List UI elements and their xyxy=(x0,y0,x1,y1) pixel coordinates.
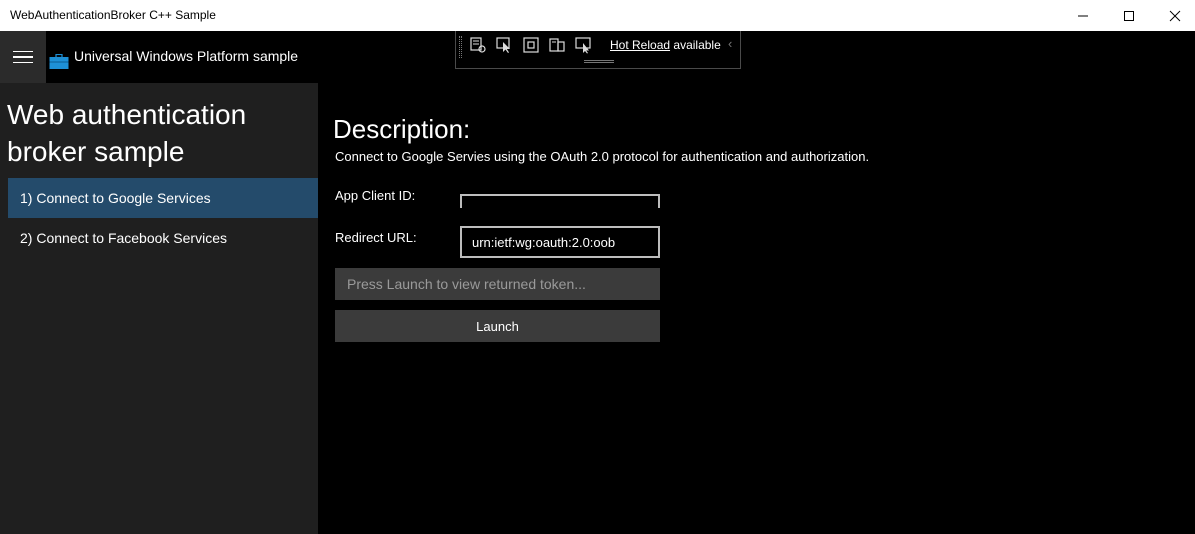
hot-reload-link[interactable]: Hot Reload xyxy=(610,38,670,52)
app-title: Universal Windows Platform sample xyxy=(74,48,299,64)
toolbar-grip-icon[interactable] xyxy=(459,36,462,58)
track-focus-icon[interactable] xyxy=(548,36,566,54)
hamburger-line xyxy=(13,50,33,53)
sidebar: Web authentication broker sample 1) Conn… xyxy=(0,83,318,534)
launch-button[interactable]: Launch xyxy=(335,310,660,342)
toolbar-drag-handle[interactable] xyxy=(584,60,614,63)
select-element-icon[interactable] xyxy=(495,36,513,54)
main-content: Description: Connect to Google Servies u… xyxy=(318,83,1195,534)
collapse-toolbar-icon[interactable]: ‹ xyxy=(728,36,732,51)
hot-reload-status-text: available xyxy=(673,38,721,52)
description-heading: Description: xyxy=(333,114,471,144)
redirect-url-label: Redirect URL: xyxy=(335,230,417,245)
maximize-button[interactable] xyxy=(1106,0,1152,31)
client-id-input[interactable] xyxy=(460,194,660,208)
maximize-icon xyxy=(1124,10,1134,21)
scenario-item-label: 1) Connect to Google Services xyxy=(20,190,211,206)
hot-reload-toolbar: Hot Reload available ‹ xyxy=(455,31,741,69)
close-button[interactable] xyxy=(1152,0,1195,31)
sidebar-title: Web authentication broker sample xyxy=(7,99,247,167)
hamburger-menu-button[interactable] xyxy=(0,31,46,83)
close-icon xyxy=(1169,10,1181,21)
hot-reload-status: Hot Reload available xyxy=(610,38,721,52)
token-output-box[interactable]: Press Launch to view returned token... xyxy=(335,268,660,300)
scenario-item-facebook[interactable]: 2) Connect to Facebook Services xyxy=(8,218,318,258)
minimize-icon xyxy=(1078,15,1088,16)
window-title: WebAuthenticationBroker C++ Sample xyxy=(10,8,216,22)
live-visual-tree-icon[interactable] xyxy=(469,36,487,54)
toolbox-icon xyxy=(49,54,69,69)
description-text: Connect to Google Servies using the OAut… xyxy=(335,149,870,164)
redirect-url-input[interactable] xyxy=(460,226,660,258)
display-layout-icon[interactable] xyxy=(574,36,592,54)
layout-adorners-icon[interactable] xyxy=(522,36,540,54)
scenario-item-google[interactable]: 1) Connect to Google Services xyxy=(8,178,318,218)
hamburger-line xyxy=(13,56,33,58)
app-header: Universal Windows Platform sample xyxy=(0,31,318,83)
window-titlebar: WebAuthenticationBroker C++ Sample xyxy=(0,0,1195,31)
hamburger-line xyxy=(13,61,33,64)
minimize-button[interactable] xyxy=(1060,0,1106,31)
scenario-item-label: 2) Connect to Facebook Services xyxy=(20,230,227,246)
client-id-label: App Client ID: xyxy=(335,188,416,203)
